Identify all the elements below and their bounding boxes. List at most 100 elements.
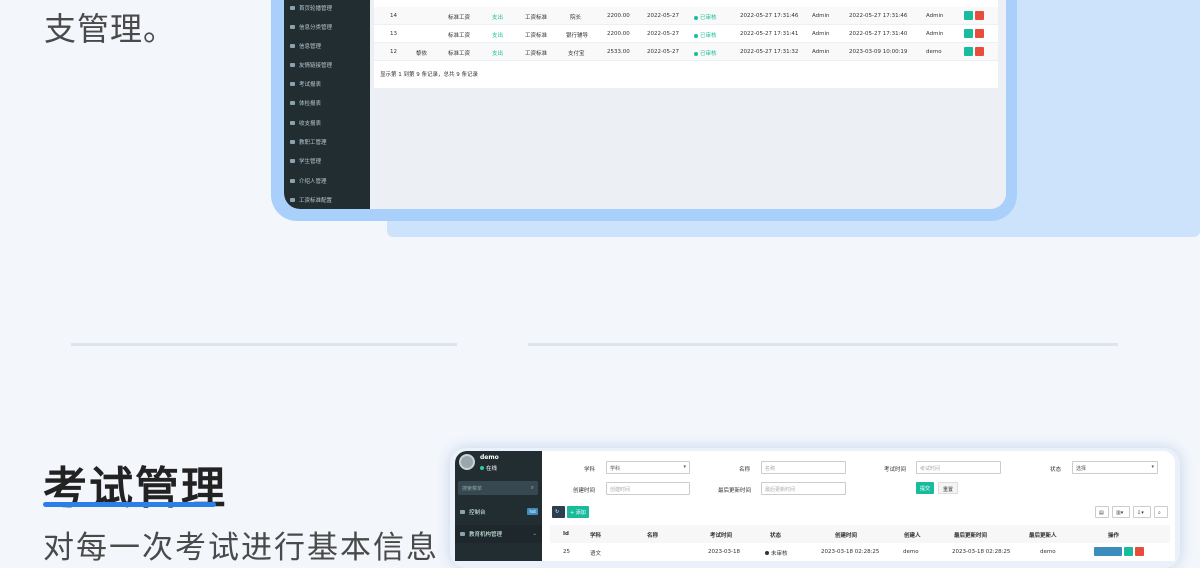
sidebar-item[interactable]: 教职工管理 <box>284 132 370 151</box>
sidebar-label: 考试报表 <box>299 81 322 88</box>
edit-button[interactable] <box>1124 547 1133 556</box>
sidebar-item-institutions[interactable]: 教育机构管理 ⌄ <box>455 525 542 543</box>
sidebar-label: 教职工管理 <box>299 139 327 146</box>
cell-amount: 2200.00 <box>607 31 630 37</box>
title-underline <box>43 502 216 507</box>
sidebar-label: 教育机构管理 <box>469 532 503 538</box>
finance-screenshot: 首页轮播管理 信息分类管理 信息管理 友情链接管理 考试报表 体检报表 收支报表… <box>284 0 1006 209</box>
cell-type: 标准工资 <box>448 33 471 39</box>
search-icon[interactable]: ⌕ <box>531 484 534 492</box>
toggle-view-button[interactable]: ▤ <box>1095 506 1109 518</box>
divider <box>528 343 1118 346</box>
status-badge: 已审核 <box>694 13 717 21</box>
section-heading-tail: 支管理。 <box>44 10 177 48</box>
refresh-button[interactable]: ↻ <box>552 506 565 518</box>
filter-label: 名称 <box>739 467 751 473</box>
delete-button[interactable] <box>975 29 984 38</box>
cell-created: 2022-05-27 17:31:41 <box>740 31 799 37</box>
content-area: 14 标准工资 支出 工资标准 院长 2200.00 2022-05-27 已审… <box>370 0 1006 209</box>
table-row[interactable]: 14 标准工资 支出 工资标准 院长 2200.00 2022-05-27 已审… <box>374 7 998 25</box>
menu-icon <box>290 139 295 144</box>
status-select[interactable]: 选择 ▾ <box>1072 461 1158 474</box>
exam-screenshot: demo 在线 搜索菜单 ⌕ 控制台 hot 教育机构管理 ⌄ 学科 学科 ▾ 名称 名… <box>455 451 1175 561</box>
book-icon <box>460 532 465 536</box>
table-info: 显示第 1 到第 9 条记录，总共 9 条记录 <box>380 72 478 78</box>
sidebar-label: 信息管理 <box>299 43 322 50</box>
edit-button[interactable] <box>964 29 973 38</box>
search-icon[interactable]: ⌕ <box>1154 506 1168 518</box>
column-header[interactable]: 考试时间 <box>710 531 732 539</box>
column-header: 操作 <box>1108 533 1120 539</box>
cell-direction: 支出 <box>492 33 504 39</box>
cell-created: 2023-03-18 02:28:25 <box>821 549 880 555</box>
submit-button[interactable]: 提交 <box>916 482 935 494</box>
edit-button[interactable] <box>964 11 973 20</box>
exam-time-input[interactable]: 考试时间 <box>916 461 1001 474</box>
sidebar-item[interactable]: 体检报表 <box>284 93 370 112</box>
cell-creator: Admin <box>812 49 830 55</box>
sidebar-label: 首页轮播管理 <box>299 5 333 12</box>
input-placeholder: 名称 <box>765 466 776 472</box>
name-input[interactable]: 名称 <box>761 461 846 474</box>
delete-button[interactable] <box>975 47 984 56</box>
cell-updater: demo <box>926 49 942 55</box>
cell-subject: 语文 <box>590 551 602 557</box>
delete-button[interactable] <box>1135 547 1144 556</box>
column-header[interactable]: 最后更新人 <box>1029 531 1057 539</box>
cell-created: 2022-05-27 17:31:32 <box>740 49 799 55</box>
sidebar-item[interactable]: 首页轮播管理 <box>284 0 370 17</box>
divider <box>71 343 457 346</box>
user-status: 在线 <box>480 464 497 472</box>
cell-id: 12 <box>390 49 397 55</box>
cell-date: 2022-05-27 <box>647 31 679 37</box>
cell-name: 黎依 <box>416 51 428 57</box>
table-row[interactable]: 12 黎依 标准工资 支出 工资标准 支付宝 2533.00 2022-05-2… <box>374 43 998 61</box>
sidebar-item[interactable]: 收支报表 <box>284 113 370 132</box>
sidebar-item[interactable]: 介绍人管理 <box>284 171 370 190</box>
avatar[interactable] <box>459 454 475 470</box>
cell-id: 13 <box>390 31 397 37</box>
cell-updater: demo <box>1040 549 1056 555</box>
add-button[interactable]: + 添加 <box>567 506 589 518</box>
cell-creator: Admin <box>812 13 830 19</box>
menu-icon <box>290 24 295 29</box>
cell-item: 银行辅导 <box>566 33 589 39</box>
menu-icon <box>290 158 295 163</box>
delete-button[interactable] <box>975 11 984 20</box>
export-button[interactable]: ⇩▾ <box>1133 506 1151 518</box>
sidebar-item[interactable]: 信息分类管理 <box>284 17 370 36</box>
action-button[interactable] <box>1094 547 1122 556</box>
created-time-input[interactable]: 创建时间 <box>606 482 690 495</box>
filter-label: 创建时间 <box>573 488 596 494</box>
cell-direction: 支出 <box>492 15 504 21</box>
cell-standard: 工资标准 <box>525 33 548 39</box>
column-header[interactable]: 最后更新时间 <box>954 531 987 539</box>
column-header[interactable]: Id <box>563 531 569 537</box>
column-header[interactable]: 学科 <box>590 531 601 539</box>
menu-icon <box>290 62 295 67</box>
column-header[interactable]: 创建人 <box>904 531 921 539</box>
columns-button[interactable]: ▥▾ <box>1112 506 1130 518</box>
filter-label: 状态 <box>1050 467 1062 473</box>
status-dot <box>765 551 769 555</box>
sidebar-item[interactable]: 信息管理 <box>284 36 370 55</box>
sidebar-item[interactable]: 考试报表 <box>284 74 370 93</box>
reset-button[interactable]: 重置 <box>938 482 959 494</box>
column-header[interactable]: 状态 <box>770 531 781 539</box>
column-header[interactable]: 名称 <box>647 531 658 539</box>
column-header[interactable]: 创建时间 <box>835 531 857 539</box>
subject-select[interactable]: 学科 ▾ <box>606 461 690 474</box>
table-row[interactable]: 13 标准工资 支出 工资标准 银行辅导 2200.00 2022-05-27 … <box>374 25 998 43</box>
edit-button[interactable] <box>964 47 973 56</box>
menu-search-input[interactable]: 搜索菜单 ⌕ <box>458 481 538 495</box>
sidebar-item[interactable]: 工资标准配置 <box>284 190 370 209</box>
sidebar-item-dashboard[interactable]: 控制台 hot <box>455 503 542 521</box>
hot-badge: hot <box>527 508 538 515</box>
sidebar-item[interactable]: 学生管理 <box>284 151 370 170</box>
sidebar: 首页轮播管理 信息分类管理 信息管理 友情链接管理 考试报表 体检报表 收支报表… <box>284 0 370 209</box>
cell-id: 25 <box>563 549 570 555</box>
sidebar-item[interactable]: 友情链接管理 <box>284 55 370 74</box>
updated-time-input[interactable]: 最后更新时间 <box>761 482 846 495</box>
menu-icon <box>290 81 295 86</box>
status-text: 未审核 <box>771 551 788 557</box>
